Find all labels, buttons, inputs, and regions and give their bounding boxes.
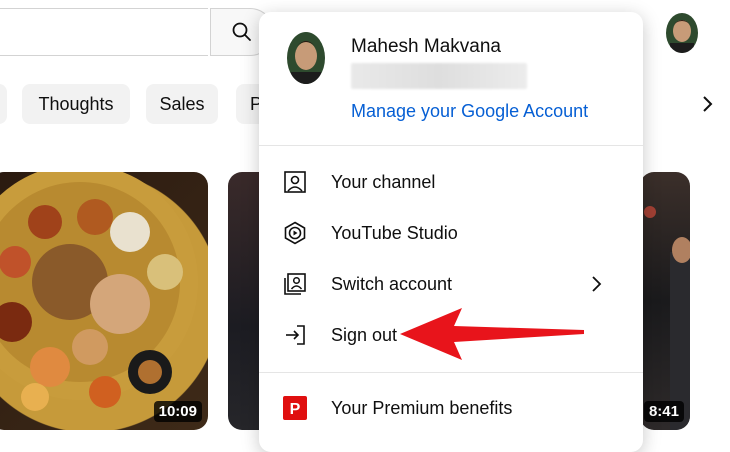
- manage-google-account-link[interactable]: Manage your Google Account: [351, 101, 588, 122]
- video-thumbnail[interactable]: 10:09: [0, 172, 208, 430]
- menu-divider: [259, 145, 643, 146]
- premium-icon: P: [283, 396, 307, 420]
- menu-item-youtube-studio[interactable]: YouTube Studio: [259, 208, 643, 258]
- chip-sales[interactable]: Sales: [146, 84, 218, 124]
- person-image: [644, 206, 690, 430]
- video-duration: 10:09: [153, 401, 202, 422]
- menu-divider: [259, 372, 643, 373]
- account-menu: Mahesh Makvana Manage your Google Accoun…: [259, 12, 643, 452]
- chip-partial[interactable]: [0, 84, 7, 124]
- annotation-arrow: [400, 308, 584, 360]
- menu-item-label: Sign out: [331, 324, 398, 345]
- header-avatar[interactable]: [666, 13, 698, 53]
- menu-item-premium-benefits[interactable]: P Your Premium benefits: [259, 383, 643, 433]
- chip-thoughts[interactable]: Thoughts: [22, 84, 130, 124]
- video-duration: 8:41: [643, 401, 684, 422]
- account-email-redacted: [351, 63, 527, 89]
- chevron-right-icon: [587, 274, 607, 294]
- search-input[interactable]: [0, 8, 208, 56]
- person-box-icon: [283, 170, 307, 194]
- menu-item-label: Your Premium benefits: [331, 397, 513, 418]
- menu-item-label: Your channel: [331, 171, 436, 192]
- switch-account-icon: [283, 272, 307, 296]
- menu-item-switch-account[interactable]: Switch account: [259, 259, 643, 309]
- menu-item-label: YouTube Studio: [331, 222, 458, 243]
- video-thumbnail[interactable]: 8:41: [640, 172, 690, 430]
- menu-item-your-channel[interactable]: Your channel: [259, 157, 643, 207]
- account-name: Mahesh Makvana: [351, 36, 501, 57]
- sign-out-icon: [283, 323, 307, 347]
- menu-item-label: Switch account: [331, 273, 453, 294]
- svg-text:P: P: [290, 401, 301, 418]
- chevron-right-icon: [703, 96, 713, 112]
- food-platter-image: [0, 172, 198, 411]
- studio-icon: [283, 221, 307, 245]
- search-icon: [232, 22, 251, 41]
- chips-next-button[interactable]: [693, 84, 723, 124]
- account-avatar: [287, 32, 325, 84]
